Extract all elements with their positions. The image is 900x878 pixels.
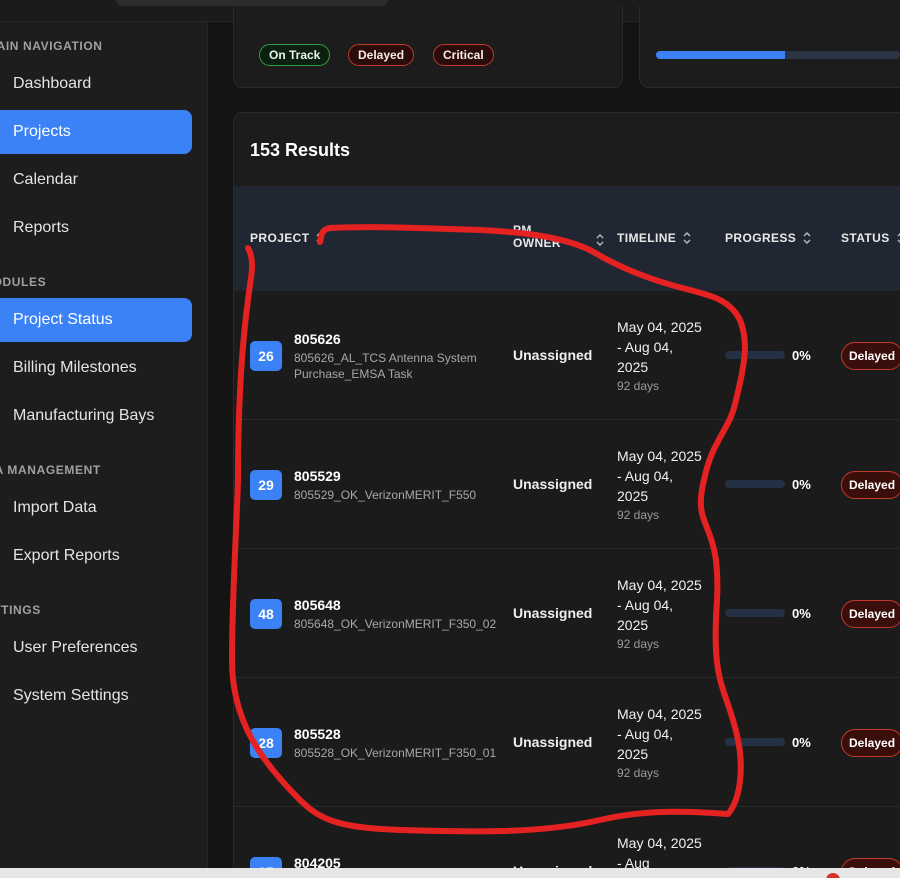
status-badge: Delayed <box>841 729 900 757</box>
status-badge: Delayed <box>841 342 900 370</box>
sort-icon[interactable] <box>315 231 325 245</box>
project-id[interactable]: 805648 <box>294 597 341 613</box>
progress-percent: 0% <box>792 606 811 621</box>
project-description: 805626_AL_TCS Antenna System Purchase_EM… <box>294 351 477 381</box>
section-label-data-management: DATA MANAGEMENT <box>0 463 101 477</box>
pm-owner: Unassigned <box>513 605 593 621</box>
progress-bar <box>725 351 785 359</box>
column-header-progress-label: PROGRESS <box>725 231 797 245</box>
timeline-range: May 04, 2025 - Aug 04, 2025 <box>617 706 702 762</box>
table-row[interactable]: 28 805528 805528_OK_VerizonMERIT_F350_01… <box>234 678 900 807</box>
section-label-modules: MODULES <box>0 275 47 289</box>
sidebar-item-dashboard[interactable]: Dashboard <box>0 62 192 106</box>
column-header-timeline-label: TIMELINE <box>617 231 677 245</box>
sidebar-item-system-settings[interactable]: System Settings <box>0 674 192 718</box>
sidebar-item-project-status[interactable]: Project Status <box>0 298 192 342</box>
summary-progress-card <box>639 6 900 88</box>
table-header: PROJECT PM OWNER TIMELINE PROGRESS STATU… <box>234 186 900 291</box>
timeline-range: May 04, 2025 - Aug 04, 2025 <box>617 319 702 375</box>
project-id[interactable]: 805528 <box>294 726 341 742</box>
project-number-badge: 48 <box>250 599 282 629</box>
pm-owner: Unassigned <box>513 476 593 492</box>
sidebar-item-reports[interactable]: Reports <box>0 206 192 250</box>
project-number-badge: 26 <box>250 341 282 371</box>
column-header-project-label: PROJECT <box>250 231 310 245</box>
section-label-settings: SETTINGS <box>0 603 41 617</box>
timeline-duration: 92 days <box>617 508 660 522</box>
timeline-range: May 04, 2025 - Aug <box>617 835 702 871</box>
project-id[interactable]: 805626 <box>294 331 341 347</box>
progress-percent: 0% <box>792 348 811 363</box>
status-badge: Delayed <box>841 471 900 499</box>
sidebar-item-billing-milestones[interactable]: Billing Milestones <box>0 346 192 390</box>
status-badge: Delayed <box>841 600 900 628</box>
legend-on-track-badge: On Track <box>259 44 331 66</box>
summary-progress-fill <box>656 51 786 59</box>
sidebar-item-projects[interactable]: Projects <box>0 110 192 154</box>
progress-bar <box>725 738 785 746</box>
column-header-progress[interactable]: PROGRESS <box>725 231 812 245</box>
timeline-duration: 92 days <box>617 637 660 651</box>
sort-icon[interactable] <box>682 231 692 245</box>
timeline-duration: 92 days <box>617 766 660 780</box>
sort-icon[interactable] <box>802 231 812 245</box>
table-row[interactable]: 29 805529 805529_OK_VerizonMERIT_F550 Un… <box>234 420 900 549</box>
project-id[interactable]: 805529 <box>294 468 341 484</box>
column-header-status[interactable]: STATUS <box>841 231 900 245</box>
column-header-timeline[interactable]: TIMELINE <box>617 231 692 245</box>
sidebar-item-user-preferences[interactable]: User Preferences <box>0 626 192 670</box>
sidebar: MAIN NAVIGATION Dashboard Projects Calen… <box>0 22 208 878</box>
timeline-range: May 04, 2025 - Aug 04, 2025 <box>617 577 702 633</box>
project-description: 805648_OK_VerizonMERIT_F350_02 <box>294 617 497 631</box>
sort-icon[interactable] <box>896 231 900 245</box>
table-row[interactable]: 48 805648 805648_OK_VerizonMERIT_F350_02… <box>234 549 900 678</box>
pm-owner: Unassigned <box>513 734 593 750</box>
summary-progress-bar <box>656 51 900 59</box>
section-label-main-navigation: MAIN NAVIGATION <box>0 39 103 53</box>
legend-delayed-badge: Delayed <box>348 44 415 66</box>
progress-percent: 0% <box>792 735 811 750</box>
project-number-badge: 29 <box>250 470 282 500</box>
column-header-pm-owner[interactable]: PM OWNER <box>513 224 605 250</box>
sidebar-item-import-data[interactable]: Import Data <box>0 486 192 530</box>
project-description: 805528_OK_VerizonMERIT_F350_01 <box>294 746 497 760</box>
sort-icon[interactable] <box>595 233 605 247</box>
column-header-project[interactable]: PROJECT <box>250 231 325 245</box>
progress-bar <box>725 609 785 617</box>
column-header-pm-owner-line2: OWNER <box>513 236 561 250</box>
sidebar-item-manufacturing-bays[interactable]: Manufacturing Bays <box>0 394 192 438</box>
pm-owner: Unassigned <box>513 347 593 363</box>
timeline-range: May 04, 2025 - Aug 04, 2025 <box>617 448 702 504</box>
timeline-duration: 92 days <box>617 379 660 393</box>
status-legend-card: On Track Delayed Critical <box>233 6 623 88</box>
sidebar-item-export-reports[interactable]: Export Reports <box>0 534 192 578</box>
table-row[interactable]: 26 805626 805626_AL_TCS Antenna System P… <box>234 291 900 420</box>
project-description: 805529_OK_VerizonMERIT_F550 <box>294 488 477 502</box>
column-header-status-label: STATUS <box>841 231 890 245</box>
project-number-badge: 28 <box>250 728 282 758</box>
column-header-pm-owner-label: PM OWNER <box>513 224 561 250</box>
progress-bar <box>725 480 785 488</box>
legend-critical-badge: Critical <box>433 44 494 66</box>
results-count: 153 Results <box>250 140 351 160</box>
horizontal-scrollbar[interactable] <box>0 868 900 878</box>
progress-percent: 0% <box>792 477 811 492</box>
sidebar-item-calendar[interactable]: Calendar <box>0 158 192 202</box>
